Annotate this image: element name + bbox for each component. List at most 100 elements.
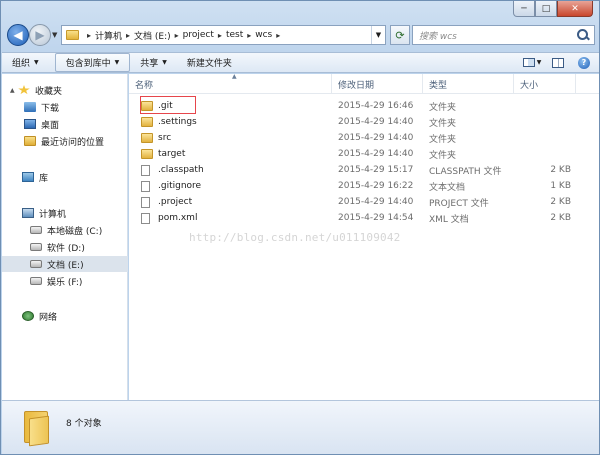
sidebar-item-label: 最近访问的位置 (41, 137, 105, 148)
file-modified: 2015-4-29 14:40 (338, 197, 414, 207)
file-type: 文件夹 (429, 134, 457, 145)
table-row[interactable]: .project 2015-4-29 14:40 PROJECT 文件 2 KB (129, 194, 599, 210)
include-in-library-label: 包含到库中 (65, 59, 111, 69)
sidebar-item-libraries[interactable]: 库 (2, 169, 128, 185)
chevron-right-icon[interactable]: ▸ (126, 31, 130, 40)
file-name: target (141, 146, 185, 162)
chevron-down-icon: ▼ (162, 59, 167, 66)
breadcrumb-project[interactable]: project (183, 30, 214, 40)
close-button[interactable]: ✕ (557, 1, 593, 17)
breadcrumb-test[interactable]: test (226, 30, 243, 40)
file-name: .settings (141, 114, 197, 130)
maximize-button[interactable]: □ (535, 1, 557, 17)
file-size: 2 KB (550, 165, 571, 175)
sidebar-item-label: 网络 (39, 312, 58, 323)
column-modified[interactable]: 修改日期 (332, 74, 423, 94)
expand-icon[interactable]: ▲ (10, 87, 18, 94)
chevron-right-icon[interactable]: ▸ (175, 31, 179, 40)
drive-icon (30, 243, 42, 251)
column-header: ▲ 名称 修改日期 类型 大小 (129, 73, 599, 94)
folder-icon (141, 133, 153, 143)
sidebar-item-drive-e[interactable]: 文档 (E:) (2, 256, 128, 272)
share-button[interactable]: 共享 ▼ (130, 53, 177, 72)
file-name: .classpath (141, 162, 204, 178)
preview-pane-icon (552, 57, 564, 68)
chevron-right-icon[interactable]: ▸ (276, 31, 280, 40)
history-dropdown-icon[interactable]: ▼ (52, 31, 57, 39)
organize-button[interactable]: 组织 ▼ (2, 53, 49, 72)
table-row[interactable]: .classpath 2015-4-29 15:17 CLASSPATH 文件 … (129, 162, 599, 178)
search-box[interactable]: 搜索 wcs (412, 25, 595, 45)
minimize-button[interactable]: ─ (513, 1, 535, 17)
command-bar: 组织 ▼ 包含到库中 ▼ 共享 ▼ 新建文件夹 ▼ ? (2, 52, 599, 73)
file-name-text: .settings (158, 117, 197, 127)
refresh-button[interactable]: ⟳ (390, 25, 410, 45)
new-folder-button[interactable]: 新建文件夹 (177, 53, 242, 72)
breadcrumb-computer[interactable]: 计算机 (95, 29, 122, 42)
file-modified: 2015-4-29 14:40 (338, 117, 414, 127)
sidebar-item-downloads[interactable]: 下载 (2, 99, 128, 115)
help-button[interactable]: ? (573, 54, 595, 71)
search-icon[interactable] (576, 28, 590, 42)
sidebar-item-recent-places[interactable]: 最近访问的位置 (2, 133, 128, 149)
sidebar-item-network[interactable]: 网络 (2, 308, 128, 324)
file-modified: 2015-4-29 14:40 (338, 133, 414, 143)
file-name-text: .classpath (158, 165, 204, 175)
sidebar-item-drive-c[interactable]: 本地磁盘 (C:) (2, 222, 128, 238)
chevron-right-icon[interactable]: ▸ (87, 31, 91, 40)
file-name: src (141, 130, 171, 146)
chevron-right-icon[interactable]: ▸ (247, 31, 251, 40)
explorer-window: ─ □ ✕ ◀ ▶ ▼ ▸ 计算机 ▸ 文档 (E:) ▸ project ▸ … (0, 0, 600, 455)
sidebar-item-desktop[interactable]: 桌面 (2, 116, 128, 132)
address-dropdown-icon[interactable]: ▼ (371, 26, 385, 44)
search-input[interactable]: 搜索 wcs (413, 29, 576, 42)
breadcrumb-drive-e[interactable]: 文档 (E:) (134, 29, 171, 42)
table-row[interactable]: .git 2015-4-29 16:46 文件夹 (129, 98, 599, 114)
change-view-button[interactable]: ▼ (521, 54, 543, 71)
sidebar-item-label: 下载 (41, 103, 60, 114)
breadcrumb: ▸ 计算机 ▸ 文档 (E:) ▸ project ▸ test ▸ wcs ▸ (83, 29, 284, 42)
sidebar-item-label: 收藏夹 (35, 86, 63, 97)
column-type[interactable]: 类型 (423, 74, 514, 94)
file-icon (141, 212, 150, 224)
table-row[interactable]: src 2015-4-29 14:40 文件夹 (129, 130, 599, 146)
preview-pane-button[interactable] (547, 54, 569, 71)
table-row[interactable]: .gitignore 2015-4-29 16:22 文本文档 1 KB (129, 178, 599, 194)
file-type: 文件夹 (429, 150, 457, 161)
file-modified: 2015-4-29 16:22 (338, 181, 414, 191)
recent-places-icon (24, 136, 36, 146)
column-name[interactable]: 名称 (129, 74, 332, 94)
file-modified: 2015-4-29 14:54 (338, 213, 414, 223)
back-button[interactable]: ◀ (7, 24, 29, 46)
star-icon (18, 85, 30, 95)
file-modified: 2015-4-29 14:40 (338, 149, 414, 159)
sidebar-item-computer[interactable]: 计算机 (2, 205, 128, 221)
chevron-right-icon[interactable]: ▸ (218, 31, 222, 40)
table-row[interactable]: target 2015-4-29 14:40 文件夹 (129, 146, 599, 162)
column-size[interactable]: 大小 (514, 74, 576, 94)
folder-icon (141, 101, 153, 111)
file-name: pom.xml (141, 210, 197, 226)
column-label: 修改日期 (338, 80, 375, 91)
forward-button[interactable]: ▶ (29, 24, 51, 46)
drive-icon (30, 226, 42, 234)
include-in-library-button[interactable]: 包含到库中 ▼ (54, 53, 131, 72)
sidebar-item-drive-f[interactable]: 娱乐 (F:) (2, 273, 128, 289)
share-label: 共享 (140, 59, 159, 69)
breadcrumb-wcs[interactable]: wcs (255, 30, 272, 40)
folder-icon (141, 149, 153, 159)
sidebar-item-label: 库 (39, 173, 49, 184)
drive-icon (30, 277, 42, 285)
address-bar[interactable]: ▸ 计算机 ▸ 文档 (E:) ▸ project ▸ test ▸ wcs ▸… (61, 25, 386, 45)
sidebar-item-drive-d[interactable]: 软件 (D:) (2, 239, 128, 255)
file-name-text: .gitignore (158, 181, 202, 191)
file-type: XML 文档 (429, 214, 469, 225)
network-icon (22, 311, 34, 321)
file-size: 2 KB (550, 213, 571, 223)
table-row[interactable]: pom.xml 2015-4-29 14:54 XML 文档 2 KB (129, 210, 599, 226)
view-controls: ▼ ? (521, 54, 595, 71)
sidebar-item-label: 软件 (D:) (47, 243, 85, 254)
sidebar-item-favorites[interactable]: ▲ 收藏夹 (2, 82, 128, 98)
table-row[interactable]: .settings 2015-4-29 14:40 文件夹 (129, 114, 599, 130)
file-type: 文本文档 (429, 182, 466, 193)
